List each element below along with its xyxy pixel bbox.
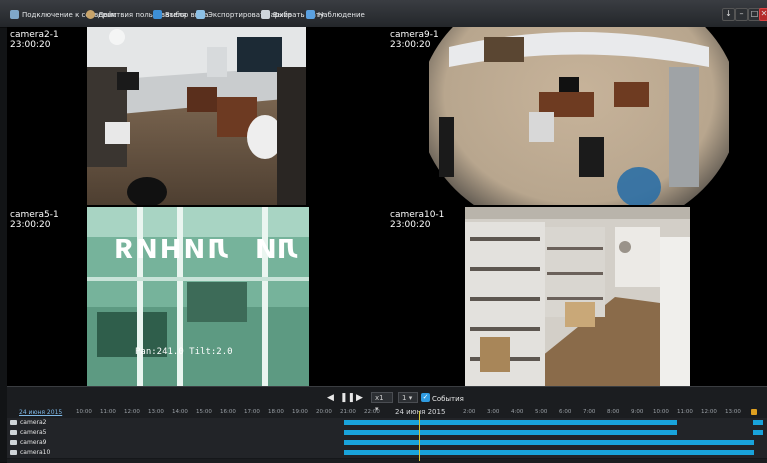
row-camera-name: camera5 (20, 429, 47, 436)
camera-video-4 (465, 207, 690, 386)
pause-icon[interactable]: ❚❚ (340, 393, 355, 403)
tick-label: 13:00 (725, 409, 741, 415)
camera-video-1 (87, 27, 306, 205)
tick-label: 10:00 (76, 409, 92, 415)
camera-name: camera9-1 (390, 30, 439, 40)
step-select[interactable]: 1 ▾ (398, 392, 418, 403)
tick-label: 9:00 (631, 409, 644, 415)
tick-label: 10:00 (653, 409, 669, 415)
prev-frame-icon[interactable]: ◀ (327, 393, 334, 403)
camera-tile-4[interactable]: camera10-1 23:00:20 (387, 207, 767, 386)
current-time-marker[interactable] (419, 411, 420, 461)
camera-icon (10, 450, 17, 455)
close-button[interactable]: ✕ (759, 8, 767, 21)
user-icon (86, 10, 95, 19)
tick-label: 3:00 (487, 409, 500, 415)
camera-time: 23:00:20 (10, 40, 51, 50)
lock-icon[interactable] (751, 409, 757, 415)
playback-controls: ◀ ❚❚ ▶ x1 ▾ 1 ▾ ✓ События (7, 391, 767, 413)
tick-label: 15:00 (196, 409, 212, 415)
time-ruler[interactable]: 24 июня 2015 10:00 11:00 12:00 13:00 14:… (7, 407, 767, 417)
tick-label: 14:00 (172, 409, 188, 415)
tick-label: 20:00 (316, 409, 332, 415)
camera-overlay: camera10-1 23:00:20 (390, 210, 444, 230)
store-sign-text: ЛИНИЯ (112, 235, 229, 265)
export-icon (196, 10, 205, 19)
tick-label: 22:00 (364, 409, 380, 415)
tick-label: 4:00 (511, 409, 524, 415)
play-icon[interactable]: ▶ (356, 393, 363, 403)
camera-tile-1[interactable]: camera2-1 23:00:20 (7, 27, 386, 205)
ptz-readout: Pan:241.0 Tilt:2.0 (135, 347, 233, 357)
camera-time: 23:00:20 (390, 40, 431, 50)
camera-grid: camera2-1 23:00:20 camera9-1 23:00:20 ca… (7, 27, 767, 386)
camera-overlay: camera5-1 23:00:20 (10, 210, 59, 230)
store-sign-text-2: ЛИ (255, 235, 299, 265)
camera-overlay: camera2-1 23:00:20 (10, 30, 59, 50)
recording-segment[interactable] (753, 420, 763, 425)
row-camera-name: camera9 (20, 439, 47, 446)
recording-segment[interactable] (344, 430, 677, 435)
camera-video-2 (429, 27, 729, 205)
tick-label: 5:00 (535, 409, 548, 415)
tick-label: 2:00 (463, 409, 476, 415)
camera-name: camera2-1 (10, 30, 59, 40)
camera-name: camera5-1 (10, 210, 59, 220)
monitoring-button[interactable]: Наблюдение (306, 8, 365, 21)
app-window: Подключение к серверам Действия пользова… (0, 0, 767, 463)
recording-segment[interactable] (344, 420, 677, 425)
download-icon[interactable]: ↓ (722, 8, 735, 21)
row-camera-name: camera2 (20, 419, 47, 426)
archive-timeline-panel: ◀ ❚❚ ▶ x1 ▾ 1 ▾ ✓ События 24 июня 2015 1… (7, 386, 767, 463)
tick-label: 18:00 (268, 409, 284, 415)
recording-segment[interactable] (753, 430, 763, 435)
tick-label: 7:00 (583, 409, 596, 415)
tick-label: 21:00 (340, 409, 356, 415)
tick-label: 8:00 (607, 409, 620, 415)
tick-label: 12:00 (124, 409, 140, 415)
speed-select[interactable]: x1 ▾ (371, 392, 393, 413)
step-value: 1 (402, 394, 407, 402)
camera-time: 23:00:20 (390, 220, 431, 230)
camera-icon (10, 420, 17, 425)
events-checkbox[interactable]: ✓ (421, 393, 430, 402)
tick-label: 6:00 (559, 409, 572, 415)
tick-label: 19:00 (292, 409, 308, 415)
speed-value: x1 (375, 394, 384, 402)
tick-label: 16:00 (220, 409, 236, 415)
camera-icon (10, 440, 17, 445)
camera-icon (10, 430, 17, 435)
camera-overlay: camera9-1 23:00:20 (390, 30, 439, 50)
tick-label: 11:00 (677, 409, 693, 415)
main-toolbar: Подключение к серверам Действия пользова… (0, 0, 767, 28)
monitoring-label: Наблюдение (318, 10, 365, 19)
camera-tile-3[interactable]: camera5-1 23:00:20 ЛИНИЯ ЛИ Pan:241.0 Ti… (7, 207, 386, 386)
layout-grid-icon (153, 10, 162, 19)
timeline-row[interactable]: camera10 (7, 448, 767, 459)
tick-label: 11:00 (100, 409, 116, 415)
camera-name: camera10-1 (390, 210, 445, 220)
minimize-button[interactable]: – (735, 8, 748, 21)
row-camera-name: camera10 (20, 449, 51, 456)
tick-label: 17:00 (244, 409, 260, 415)
recording-segment[interactable] (344, 440, 754, 445)
servers-icon (10, 10, 19, 19)
camera-video-3: ЛИНИЯ ЛИ Pan:241.0 Tilt:2.0 (87, 207, 309, 386)
tick-label: 12:00 (701, 409, 717, 415)
events-label: События (432, 395, 464, 403)
camera-tile-2[interactable]: camera9-1 23:00:20 (387, 27, 767, 205)
date-link[interactable]: 24 июня 2015 (19, 409, 62, 416)
center-date: 24 июня 2015 (395, 408, 446, 416)
camera-time: 23:00:20 (10, 220, 51, 230)
tick-label: 13:00 (148, 409, 164, 415)
monitor-icon (306, 10, 315, 19)
calendar-icon (261, 10, 270, 19)
recording-segment[interactable] (344, 450, 754, 455)
